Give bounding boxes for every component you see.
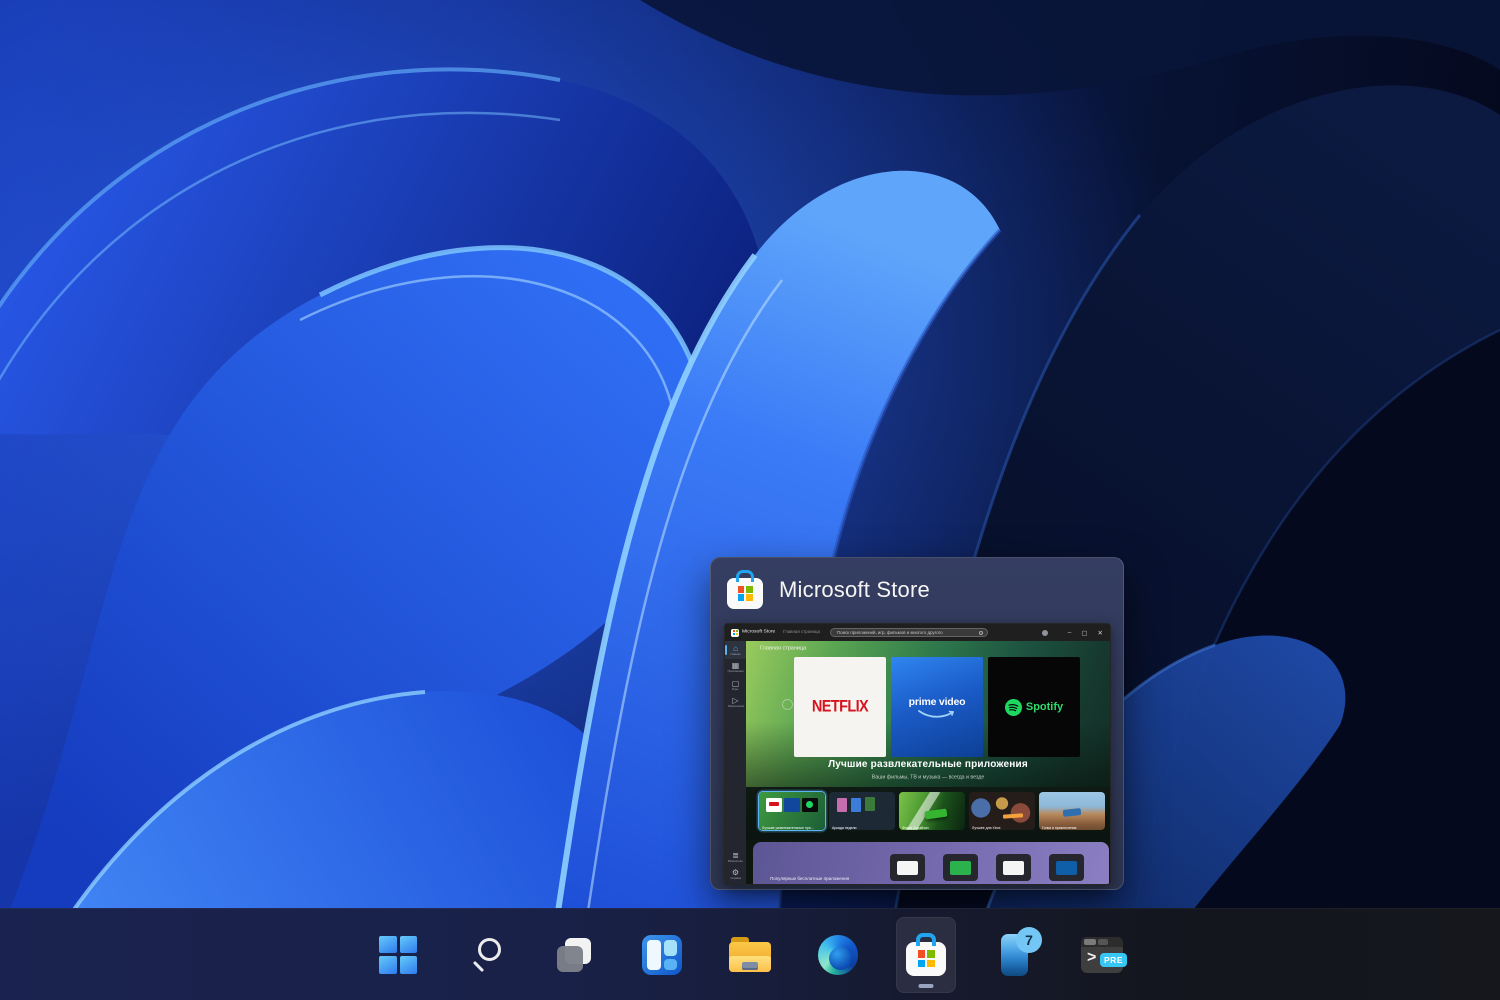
microsoft-store-icon bbox=[906, 932, 946, 976]
microsoft-logo-icon bbox=[737, 586, 753, 601]
card-carousel: Лучшие развлекательные при… Аркада недел… bbox=[746, 787, 1110, 840]
hero-subheadline: Ваши фильмы, ТВ и музыка — всегда и везд… bbox=[871, 774, 985, 780]
preview-badge: PRE bbox=[1100, 952, 1127, 967]
prompt-chevron-icon: > bbox=[1087, 948, 1097, 966]
edge-icon bbox=[818, 934, 858, 975]
mini-window-controls: – ▢ ✕ bbox=[1068, 624, 1103, 641]
store-bag-handle-icon bbox=[916, 932, 936, 946]
spotify-wordmark: Spotify bbox=[1025, 701, 1064, 713]
carousel-card: Форза Хорайзон bbox=[899, 792, 965, 830]
widgets-button[interactable] bbox=[632, 917, 692, 993]
task-view-icon bbox=[555, 936, 593, 974]
preview-header: Microsoft Store bbox=[727, 570, 930, 610]
sidebar-item-entertainment: ▷ Развлечения bbox=[727, 696, 744, 708]
bottom-app-tiles bbox=[890, 854, 1084, 881]
amazon-smile-icon bbox=[918, 709, 954, 718]
taskbar-preview-popup[interactable]: Microsoft Store Microsoft Store Главная … bbox=[710, 557, 1124, 890]
mini-search-placeholder: Поиск приложений, игр, фильмов и многого… bbox=[837, 630, 943, 636]
edge-button[interactable] bbox=[808, 917, 868, 993]
bottom-section-label: Популярные бесплатные приложения bbox=[770, 876, 850, 881]
mini-store-app-icon bbox=[731, 628, 739, 637]
mini-search-box: Поиск приложений, игр, фильмов и многого… bbox=[830, 627, 988, 638]
sidebar-item-home: ⌂ Главная bbox=[725, 641, 746, 659]
app-tile bbox=[1049, 854, 1084, 881]
prime-video-tile: prime video bbox=[891, 657, 983, 757]
carousel-card: Аркада недели bbox=[829, 792, 895, 830]
mini-window-subtitle: Главная страница bbox=[783, 628, 820, 634]
bottom-apps-section: Популярные бесплатные приложения bbox=[753, 842, 1109, 884]
taskbar: 7 > PRE bbox=[0, 908, 1500, 1000]
hero-section-label: Главная страница bbox=[760, 645, 807, 651]
file-explorer-icon bbox=[729, 937, 771, 972]
games-icon: ▢ bbox=[731, 678, 740, 688]
home-icon: ⌂ bbox=[733, 643, 738, 653]
carousel-card: Лучшее для Xbox bbox=[969, 792, 1035, 830]
sidebar-item-help: ⚙ Справка bbox=[730, 868, 741, 880]
maximize-icon: ▢ bbox=[1081, 629, 1088, 637]
phone-link-button[interactable]: 7 bbox=[984, 917, 1044, 993]
search-icon bbox=[467, 936, 505, 974]
movies-icon: ▷ bbox=[732, 696, 739, 705]
carousel-card: Лучшие развлекательные при… bbox=[759, 792, 825, 830]
sidebar-bottom: ≣ Библиотека ⚙ Справка bbox=[725, 848, 746, 883]
gear-icon: ⚙ bbox=[731, 868, 740, 877]
start-button[interactable] bbox=[368, 917, 428, 993]
file-explorer-button[interactable] bbox=[720, 917, 780, 993]
terminal-preview-button[interactable]: > PRE bbox=[1072, 917, 1132, 993]
microsoft-logo-icon bbox=[917, 950, 935, 967]
mini-titlebar: Microsoft Store Главная страница Поиск п… bbox=[725, 624, 1110, 641]
spotify-tile: Spotify bbox=[988, 657, 1080, 757]
sidebar-item-library: ≣ Библиотека bbox=[728, 850, 743, 863]
task-view-button[interactable] bbox=[544, 917, 604, 993]
desktop: Microsoft Store Microsoft Store Главная … bbox=[0, 0, 1500, 1000]
store-window-thumbnail[interactable]: Microsoft Store Главная страница Поиск п… bbox=[724, 623, 1111, 885]
terminal-icon: > PRE bbox=[1081, 936, 1127, 973]
sidebar-item-games: ▢ Игры bbox=[731, 678, 740, 691]
netflix-tile: NETFLIX bbox=[794, 657, 886, 757]
library-icon: ≣ bbox=[732, 850, 739, 860]
carousel-card: Гонки и приключения bbox=[1039, 792, 1105, 830]
microsoft-store-button[interactable] bbox=[896, 916, 956, 993]
spotify-logo-icon bbox=[1004, 698, 1022, 716]
minimize-icon: – bbox=[1067, 629, 1072, 636]
notification-badge: 7 bbox=[1016, 926, 1042, 953]
app-tile bbox=[890, 854, 925, 881]
hero-banner: Главная страница NETFLIX prime video Spo… bbox=[746, 641, 1110, 787]
app-tile bbox=[996, 854, 1031, 881]
spinner-icon bbox=[782, 699, 793, 710]
hero-headline: Лучшие развлекательные приложения bbox=[828, 759, 1028, 770]
microsoft-store-icon bbox=[727, 570, 763, 609]
close-icon: ✕ bbox=[1097, 629, 1103, 637]
account-icon bbox=[1042, 629, 1048, 636]
search-button[interactable] bbox=[456, 917, 516, 993]
mini-sidebar: ⌂ Главная ▦ Приложения ▢ Игры ▷ Развлече… bbox=[725, 641, 746, 884]
apps-grid-icon: ▦ bbox=[731, 661, 740, 670]
store-bag-handle-icon bbox=[736, 570, 754, 582]
taskbar-center-group: 7 > PRE bbox=[0, 909, 1500, 1000]
netflix-logo: NETFLIX bbox=[811, 697, 869, 717]
running-indicator bbox=[918, 983, 934, 988]
mini-window-title: Microsoft Store bbox=[742, 628, 776, 634]
windows-start-icon bbox=[379, 935, 417, 974]
app-tile bbox=[943, 854, 978, 881]
hero-tiles: NETFLIX prime video Spotify bbox=[794, 657, 1080, 757]
widgets-icon bbox=[642, 934, 682, 975]
prime-video-logo: prime video bbox=[908, 695, 966, 708]
mini-main-content: Главная страница NETFLIX prime video Spo… bbox=[746, 641, 1110, 884]
search-icon bbox=[979, 631, 983, 636]
preview-app-title: Microsoft Store bbox=[779, 577, 930, 602]
terminal-titlebar-icon bbox=[1081, 936, 1123, 947]
mini-window-body: ⌂ Главная ▦ Приложения ▢ Игры ▷ Развлече… bbox=[725, 641, 1110, 884]
sidebar-item-apps: ▦ Приложения bbox=[727, 661, 744, 673]
